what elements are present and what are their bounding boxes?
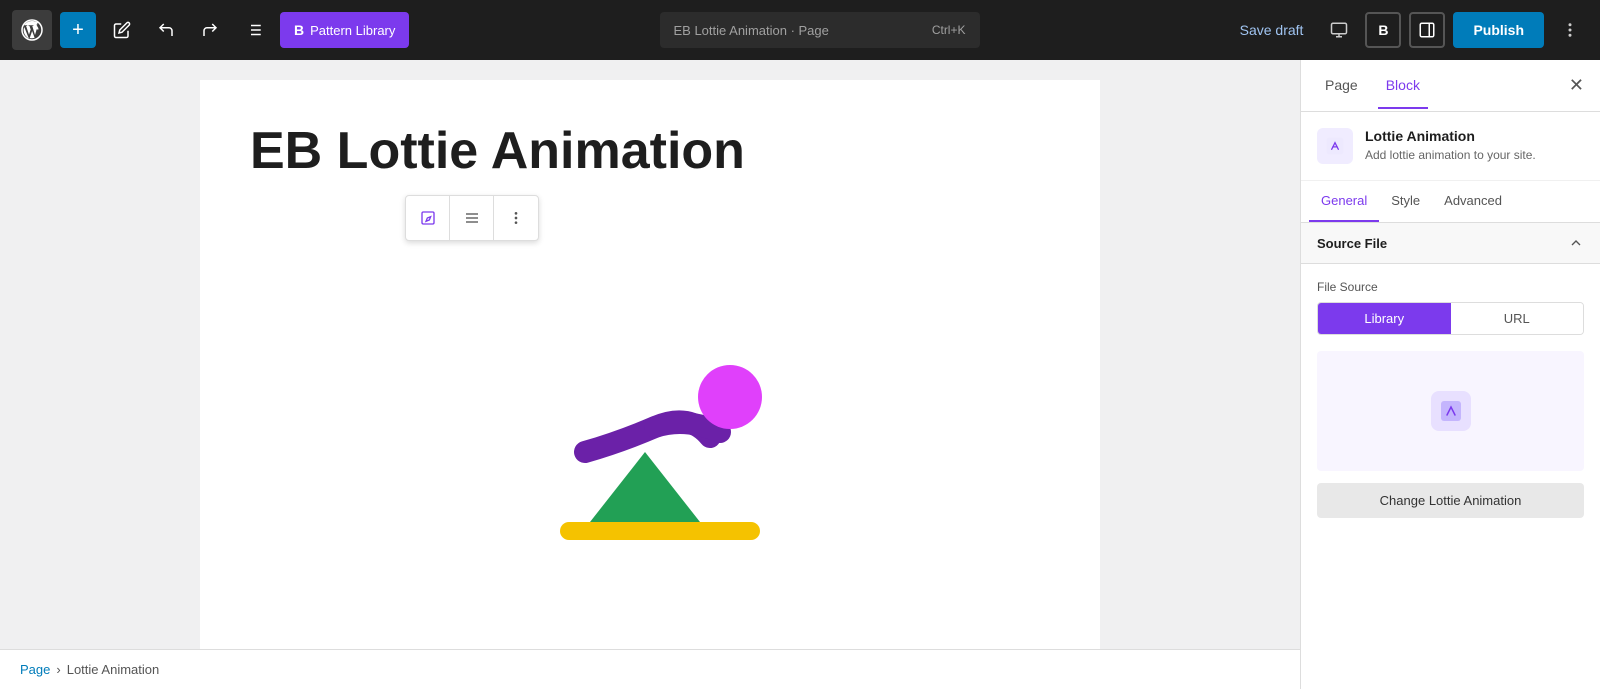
block-description: Add lottie animation to your site. [1365, 147, 1536, 164]
file-source-library-option[interactable]: Library [1318, 303, 1451, 334]
block-toolbar [405, 195, 539, 241]
sidebar-toggle-button[interactable] [1409, 12, 1445, 48]
page-title[interactable]: EB Lottie Animation [250, 120, 1050, 182]
block-edit-button[interactable] [406, 196, 450, 240]
file-source-toggle: Library URL [1317, 302, 1584, 335]
pattern-library-button[interactable]: B Pattern Library [280, 12, 409, 48]
redo-button[interactable] [192, 12, 228, 48]
add-block-button[interactable]: + [60, 12, 96, 48]
publish-label: Publish [1473, 22, 1524, 38]
section-header-title: Source File [1317, 236, 1387, 251]
pattern-library-label: Pattern Library [310, 23, 395, 38]
save-draft-label: Save draft [1240, 22, 1304, 38]
block-meta: Lottie Animation Add lottie animation to… [1365, 128, 1536, 164]
block-more-button[interactable] [494, 196, 538, 240]
sidebar-header: Page Block ✕ [1301, 60, 1600, 112]
undo-button[interactable] [148, 12, 184, 48]
breadcrumb-block-label: Lottie Animation [67, 662, 160, 677]
undo-icon [157, 21, 175, 39]
search-shortcut: Ctrl+K [932, 23, 966, 37]
toolbar-right: Save draft B Publish [1230, 12, 1588, 48]
file-source-url-option[interactable]: URL [1451, 303, 1584, 334]
block-align-button[interactable] [450, 196, 494, 240]
redo-icon [201, 21, 219, 39]
settings-tab-style[interactable]: Style [1379, 181, 1432, 222]
search-input-wrapper[interactable]: EB Lottie Animation · Page Ctrl+K [660, 12, 980, 48]
dots-vertical-icon [508, 210, 524, 226]
breadcrumb-page-link[interactable]: Page [20, 662, 50, 677]
wp-logo[interactable] [12, 10, 52, 50]
block-edit-icon [420, 210, 436, 226]
save-draft-button[interactable]: Save draft [1230, 16, 1314, 44]
blocksy-letter: B [1378, 22, 1388, 38]
pattern-library-icon: B [294, 22, 304, 38]
close-icon: ✕ [1569, 75, 1584, 96]
tab-page[interactable]: Page [1317, 63, 1366, 109]
search-bar: EB Lottie Animation · Page Ctrl+K [417, 12, 1221, 48]
settings-tab-advanced[interactable]: Advanced [1432, 181, 1514, 222]
breadcrumb: Page › Lottie Animation [0, 649, 1300, 689]
settings-tab-general[interactable]: General [1309, 181, 1379, 222]
tab-block[interactable]: Block [1378, 63, 1428, 109]
edit-mode-button[interactable] [104, 12, 140, 48]
preview-lottie-icon [1439, 399, 1463, 423]
lottie-block-icon [1325, 136, 1345, 156]
animation-preview-area [1317, 351, 1584, 471]
align-icon [464, 210, 480, 226]
settings-tabs: General Style Advanced [1301, 181, 1600, 223]
right-sidebar: Page Block ✕ Lottie Animation Add lottie… [1300, 60, 1600, 689]
editor-canvas: EB Lottie Animation [200, 80, 1100, 660]
sidebar-icon [1418, 21, 1436, 39]
block-title: Lottie Animation [1365, 128, 1536, 144]
change-animation-button[interactable]: Change Lottie Animation [1317, 483, 1584, 518]
more-vertical-icon [1561, 21, 1579, 39]
monitor-icon [1330, 21, 1348, 39]
main-area: EB Lottie Animation Page [0, 60, 1600, 689]
main-toolbar: + B Pattern Library [0, 0, 1600, 60]
block-icon-wrapper [1317, 128, 1353, 164]
publish-button[interactable]: Publish [1453, 12, 1544, 48]
more-options-button[interactable] [1552, 12, 1588, 48]
chevron-up-icon [1568, 235, 1584, 251]
lottie-animation-illustration [490, 252, 810, 572]
editor-area: EB Lottie Animation Page [0, 60, 1300, 689]
breadcrumb-separator: › [56, 662, 60, 677]
block-info: Lottie Animation Add lottie animation to… [1301, 112, 1600, 181]
search-text: EB Lottie Animation · Page [674, 23, 829, 38]
plus-icon: + [72, 19, 84, 42]
animation-container [250, 212, 1050, 612]
section-content: File Source Library URL Change Lottie An… [1301, 264, 1600, 534]
section-header-source-file[interactable]: Source File [1301, 223, 1600, 264]
document-overview-button[interactable] [236, 12, 272, 48]
source-file-section: Source File File Source Library URL [1301, 223, 1600, 689]
sidebar-close-button[interactable]: ✕ [1569, 75, 1584, 96]
list-icon [245, 21, 263, 39]
pencil-icon [113, 21, 131, 39]
file-source-label: File Source [1317, 280, 1584, 294]
animation-preview-icon [1431, 391, 1471, 431]
blocksy-icon-button[interactable]: B [1365, 12, 1401, 48]
preview-button[interactable] [1321, 12, 1357, 48]
